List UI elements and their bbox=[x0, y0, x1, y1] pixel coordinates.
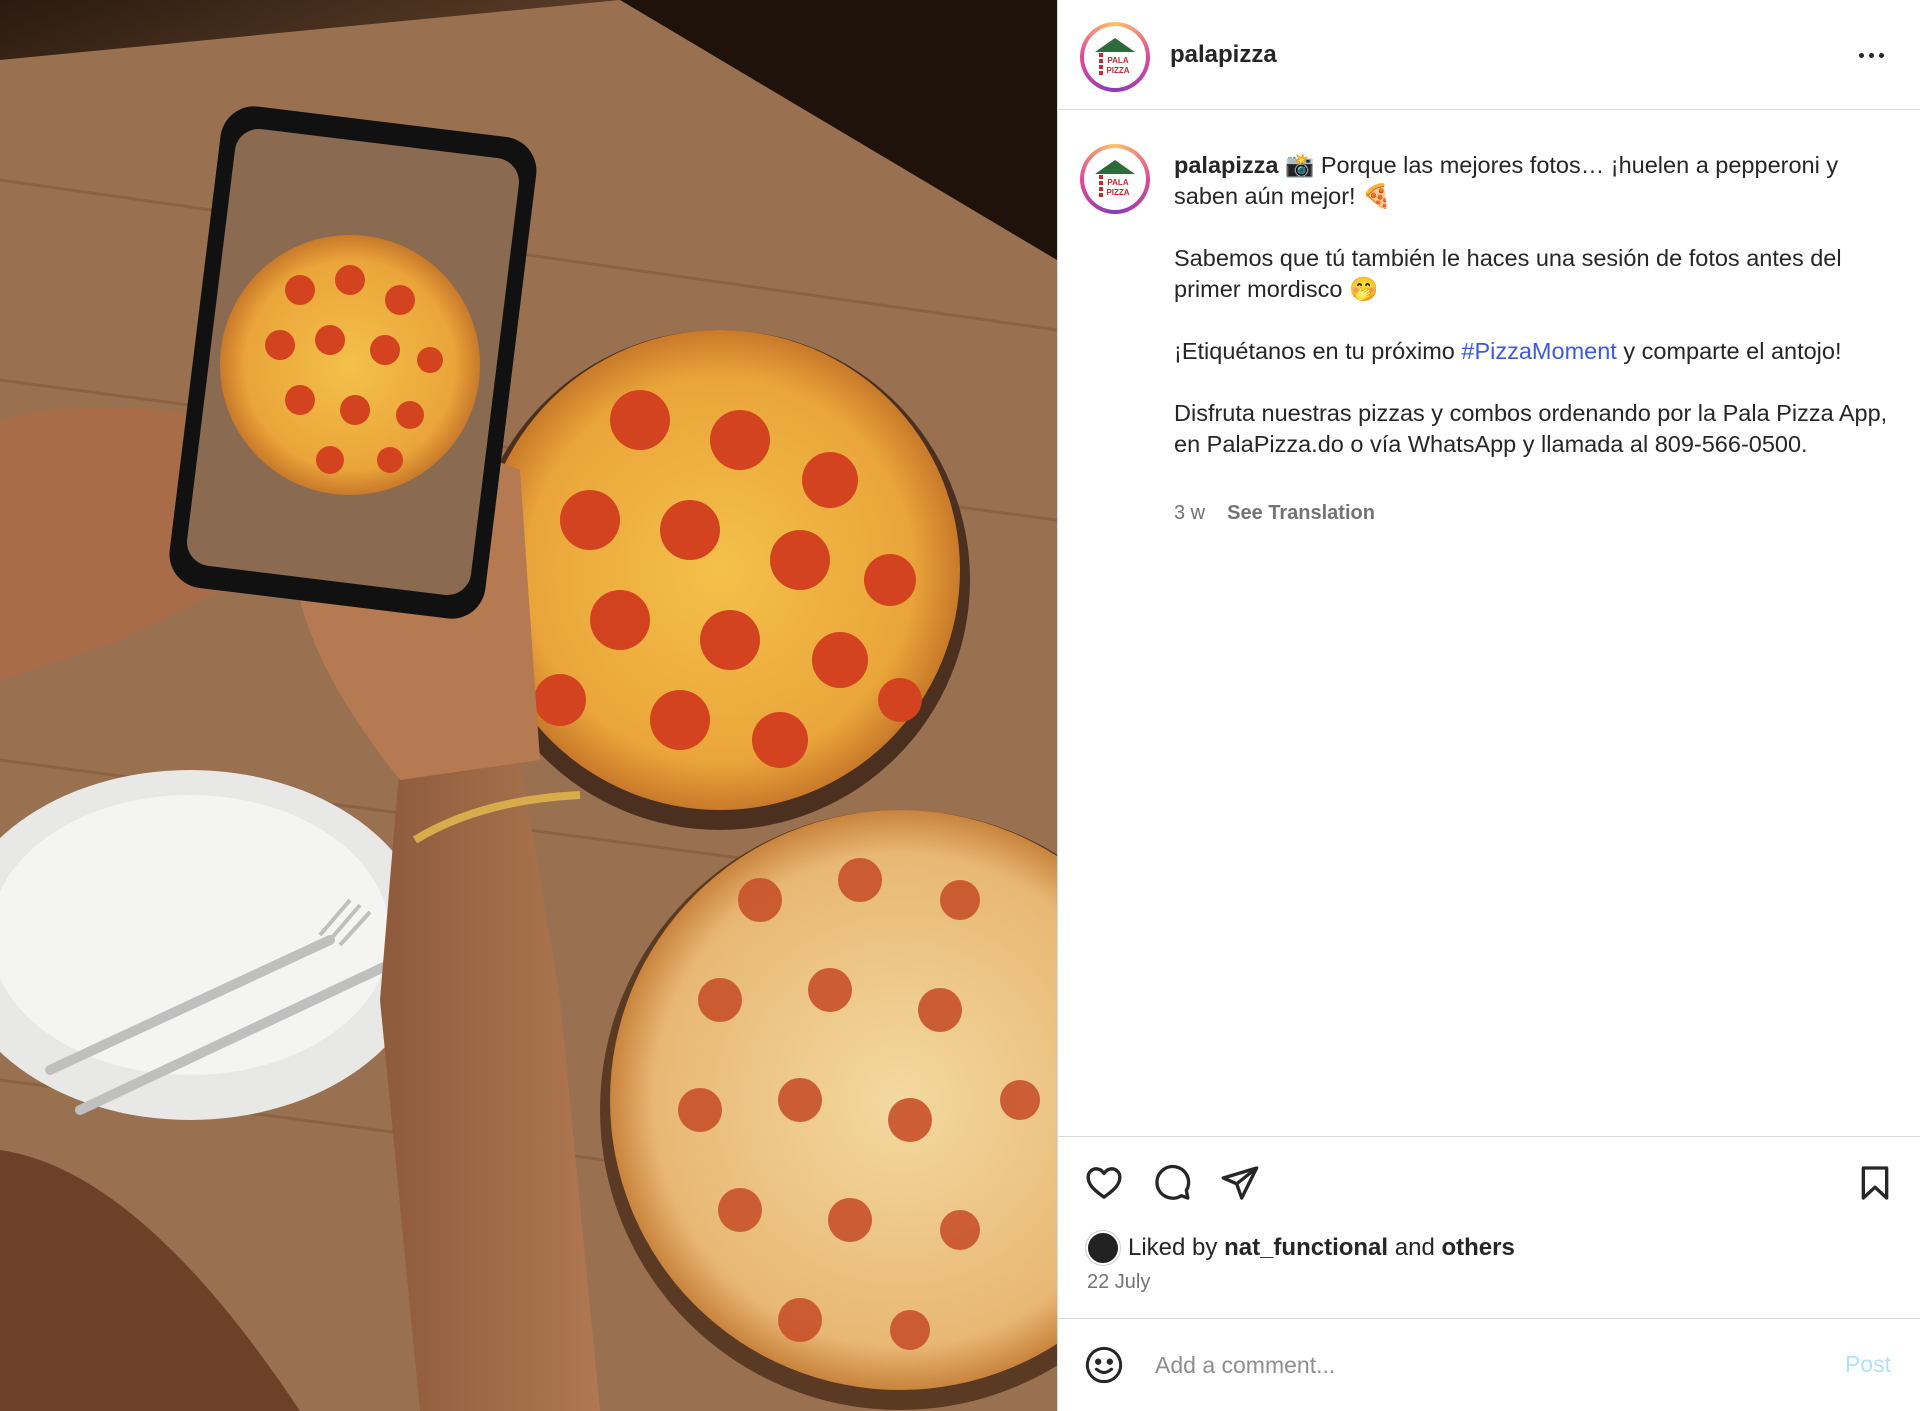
post-image[interactable] bbox=[0, 0, 1057, 1411]
likes-others-link[interactable]: others bbox=[1441, 1234, 1514, 1262]
comment-input[interactable] bbox=[1155, 1343, 1775, 1387]
send-icon[interactable] bbox=[1216, 1159, 1264, 1207]
post-date[interactable]: 22 July bbox=[1087, 1271, 1150, 1294]
post-caption: palapizza 📸 Porque las mejores fotos… ¡h… bbox=[1174, 150, 1894, 460]
liked-by-and: and bbox=[1394, 1234, 1435, 1261]
more-options-icon[interactable] bbox=[1851, 40, 1891, 70]
heart-icon[interactable] bbox=[1080, 1159, 1128, 1207]
pala-pizza-logo: PALA PIZZA bbox=[1095, 160, 1135, 200]
svg-text:PIZZA: PIZZA bbox=[1106, 66, 1129, 75]
pala-pizza-logo: PALA PIZZA bbox=[1095, 38, 1135, 78]
hashtag-link[interactable]: #PizzaMoment bbox=[1461, 338, 1616, 364]
header-username[interactable]: palapizza bbox=[1170, 41, 1277, 69]
caption-avatar[interactable]: PALA PIZZA bbox=[1080, 144, 1150, 214]
caption-para-2: Sabemos que tú también le haces una sesi… bbox=[1174, 245, 1842, 302]
caption-para-3b: y comparte el antojo! bbox=[1623, 338, 1842, 364]
caption-username[interactable]: palapizza bbox=[1174, 152, 1278, 178]
caption-meta: 3 w See Translation bbox=[1174, 502, 1375, 525]
caption-para-4: Disfruta nuestras pizzas y combos ordena… bbox=[1174, 400, 1888, 457]
bookmark-icon[interactable] bbox=[1851, 1159, 1899, 1207]
post-details-panel: PALA PIZZA palapizza PALA PIZZA palapizz… bbox=[1057, 0, 1920, 1411]
see-translation-button[interactable]: See Translation bbox=[1227, 502, 1375, 525]
liker-avatar[interactable] bbox=[1086, 1231, 1120, 1265]
svg-text:PIZZA: PIZZA bbox=[1106, 188, 1129, 197]
caption-para-3a: ¡Etiquétanos en tu próximo bbox=[1174, 338, 1455, 364]
pizza-emoji: 🍕 bbox=[1362, 183, 1392, 209]
post-comment-button[interactable]: Post bbox=[1845, 1351, 1891, 1378]
svg-text:PALA: PALA bbox=[1107, 56, 1128, 65]
post-age[interactable]: 3 w bbox=[1174, 502, 1205, 525]
camera-emoji: 📸 bbox=[1285, 152, 1315, 178]
post-header: PALA PIZZA palapizza bbox=[1058, 0, 1920, 110]
actions-section: Liked by nat_functional and others 22 Ju… bbox=[1058, 1136, 1920, 1318]
caption-section: PALA PIZZA palapizza 📸 Porque las mejore… bbox=[1058, 110, 1920, 1136]
svg-text:PALA: PALA bbox=[1107, 178, 1128, 187]
liked-by-prefix: Liked by bbox=[1128, 1234, 1218, 1261]
liked-by: Liked by nat_functional and others bbox=[1086, 1231, 1515, 1265]
account-avatar[interactable]: PALA PIZZA bbox=[1080, 22, 1150, 92]
face-emoji: 🤭 bbox=[1348, 276, 1379, 302]
pizza-photo-illustration bbox=[0, 0, 1057, 1411]
liker-username[interactable]: nat_functional bbox=[1224, 1234, 1388, 1262]
comment-bar: Post bbox=[1058, 1318, 1920, 1411]
smiley-icon[interactable] bbox=[1080, 1341, 1128, 1389]
comment-icon[interactable] bbox=[1148, 1159, 1196, 1207]
